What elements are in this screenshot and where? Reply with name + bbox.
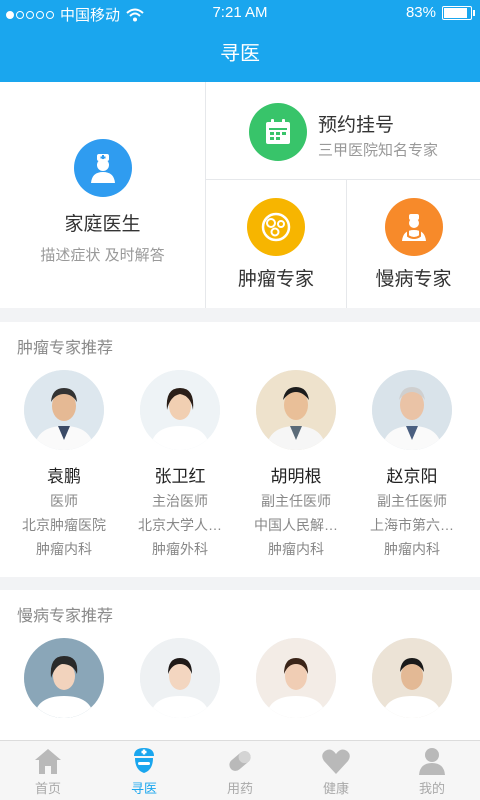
doctor-card[interactable]: 袁鹏 医师 北京肿瘤医院 肿瘤内科 [4,370,124,559]
avatar [24,370,104,450]
doctor-hospital: 北京肿瘤医院 [22,517,106,533]
doctor-name: 袁鹏 [47,467,81,486]
appointment-subtitle: 三甲医院知名专家 [318,142,439,159]
doctor-card[interactable] [4,638,124,718]
tab-home[interactable]: 首页 [0,741,96,800]
doctor-dept: 肿瘤外科 [152,541,208,557]
avatar [256,638,336,718]
services-grid: 家庭医生 描述症状 及时解答 预约挂号 三甲医院知名专家 肿瘤专家 慢病专家 [0,82,480,308]
avatar [24,638,104,718]
page-title: 寻医 [0,26,480,82]
appointment-card[interactable]: 预约挂号 三甲医院知名专家 [206,82,480,179]
doctor-card[interactable]: 张卫红 主治医师 北京大学人… 肿瘤外科 [120,370,240,559]
nurse-icon [134,748,154,773]
doctor-title: 医师 [50,493,78,509]
tab-me[interactable]: 我的 [384,741,480,800]
avatar [140,638,220,718]
doctor-card[interactable]: 赵京阳 副主任医师 上海市第六… 肿瘤内科 [352,370,472,559]
doctor-hospital: 中国人民解… [254,517,338,533]
oncology-recommendations: 肿瘤专家推荐 袁鹏 医师 北京肿瘤医院 肿瘤内科 张卫红 主治医师 北京大学人…… [0,322,480,577]
appointment-title: 预约挂号 [318,115,395,136]
battery-percent: 83% [405,4,436,21]
heart-icon [322,749,350,774]
tab-label: 我的 [418,781,445,796]
home-icon [35,749,61,774]
tab-label: 首页 [34,781,61,796]
status-bar: 中国移动 7:21 AM 83% [0,0,480,26]
section-title: 肿瘤专家推荐 [17,340,114,357]
doctor-hospital: 上海市第六… [370,517,454,533]
doctor-title: 副主任医师 [261,493,331,509]
tab-bar: 首页 寻医 用药 健康 我的 [0,740,480,800]
family-doctor-title: 家庭医生 [64,214,141,235]
tab-health[interactable]: 健康 [288,741,384,800]
doctor-card[interactable] [352,638,472,718]
tab-find-doctor[interactable]: 寻医 [96,741,192,800]
doctor-name: 张卫红 [154,467,206,486]
avatar [256,370,336,450]
doctor-dept: 肿瘤内科 [36,541,92,557]
doctor-name: 胡明根 [270,467,322,486]
battery-icon [442,5,475,20]
doctor-icon [73,139,132,197]
chronic-expert-card[interactable]: 慢病专家 [347,180,480,308]
tab-label: 用药 [226,781,253,796]
chronic-recommendations: 慢病专家推荐 [0,590,480,740]
oncology-expert-card[interactable]: 肿瘤专家 [206,180,346,308]
tab-medicine[interactable]: 用药 [192,741,288,800]
doctor-hospital: 北京大学人… [138,517,222,533]
avatar [140,370,220,450]
calendar-icon [249,103,307,161]
oncology-expert-title: 肿瘤专家 [237,269,314,290]
avatar [372,370,452,450]
doctor-card[interactable] [120,638,240,718]
doctor-dept: 肿瘤内科 [384,541,440,557]
doctor-name: 赵京阳 [386,467,438,486]
family-doctor-subtitle: 描述症状 及时解答 [40,247,165,264]
stethoscope-icon [384,198,443,256]
tab-label: 寻医 [130,781,157,796]
tab-label: 健康 [322,781,349,796]
doctor-title: 主治医师 [152,493,208,509]
section-title: 慢病专家推荐 [17,608,114,625]
chronic-expert-title: 慢病专家 [375,269,452,290]
doctor-card[interactable] [236,638,356,718]
doctor-dept: 肿瘤内科 [268,541,324,557]
family-doctor-card[interactable]: 家庭医生 描述症状 及时解答 [0,82,205,308]
cells-icon [247,198,305,256]
doctor-title: 副主任医师 [377,493,447,509]
user-icon [419,748,445,775]
doctor-card[interactable]: 胡明根 副主任医师 中国人民解… 肿瘤内科 [236,370,356,559]
pill-icon [229,751,251,771]
avatar [372,638,452,718]
